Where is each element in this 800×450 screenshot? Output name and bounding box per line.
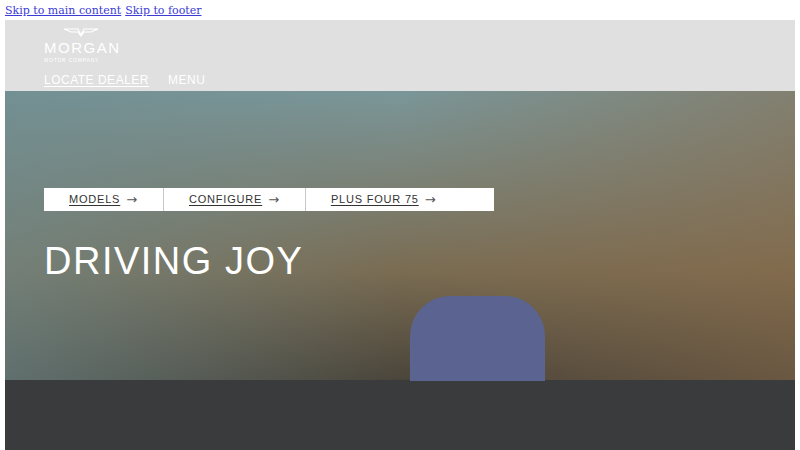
header-nav: LOCATE DEALER MENU (44, 71, 795, 89)
quick-link-label: MODELS (69, 191, 120, 208)
arrow-icon: → (126, 190, 138, 210)
quick-links-bar: MODELS → CONFIGURE → PLUS FOUR 75 → (44, 188, 494, 211)
road (5, 380, 795, 450)
logo-subtitle: MOTOR COMPANY (44, 58, 99, 63)
hero: MODELS → CONFIGURE → PLUS FOUR 75 → DRIVING J… (5, 91, 795, 450)
quick-link-label: PLUS FOUR 75 (331, 191, 419, 208)
quick-link[interactable]: CONFIGURE → (164, 188, 306, 211)
quick-link[interactable]: MODELS → (44, 188, 164, 211)
car (410, 296, 545, 381)
logo-name: MORGAN (44, 40, 121, 55)
skip-link[interactable]: Skip to main content (5, 3, 121, 20)
skip-link[interactable]: Skip to footer (125, 3, 201, 20)
morgan-logo[interactable]: MORGAN MOTOR COMPANY (44, 20, 119, 63)
quick-link[interactable]: PLUS FOUR 75 → (306, 188, 462, 211)
nav-link[interactable]: LOCATE DEALER (44, 71, 149, 89)
wings-icon (63, 27, 99, 37)
quick-link-label: CONFIGURE (189, 191, 262, 208)
site-header: MORGAN MOTOR COMPANY LOCATE DEALER MENU (5, 20, 795, 91)
nav-link[interactable]: MENU (168, 71, 205, 89)
arrow-icon: → (425, 190, 437, 210)
arrow-icon: → (268, 190, 280, 210)
hero-heading: DRIVING JOY (44, 238, 303, 286)
